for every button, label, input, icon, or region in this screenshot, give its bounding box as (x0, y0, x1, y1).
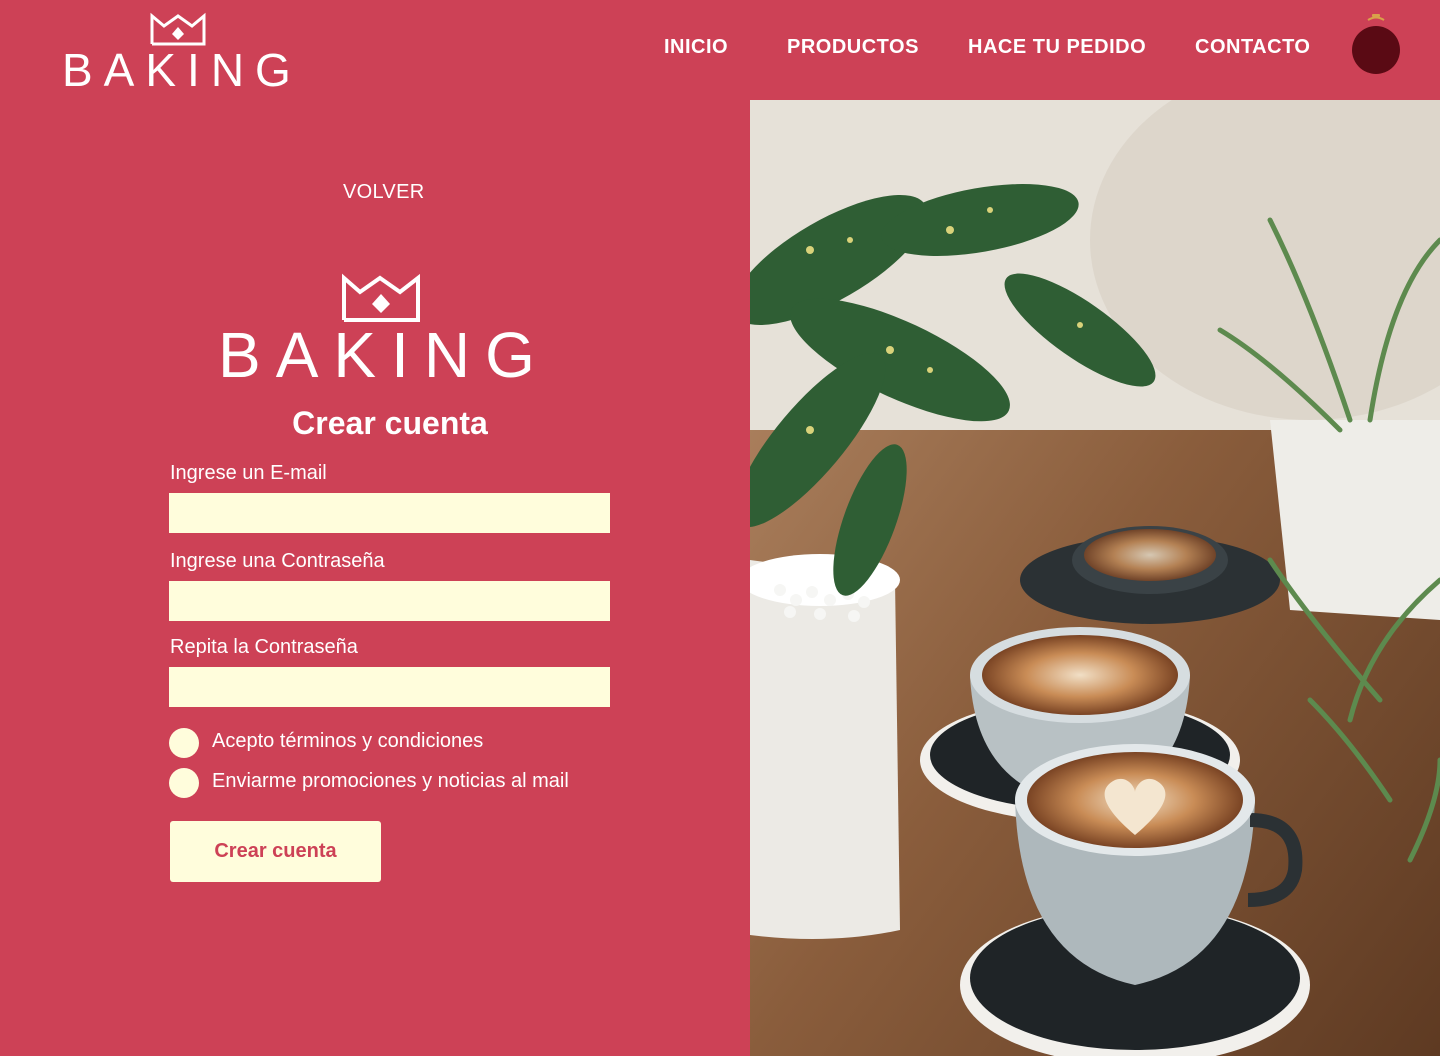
nav-item-contacto[interactable]: CONTACTO (1195, 36, 1310, 59)
repeat-password-field[interactable] (169, 667, 610, 707)
nav-item-hace-tu-pedido[interactable]: HACE TU PEDIDO (968, 36, 1146, 59)
repeat-password-label: Repita la Contraseña (170, 636, 358, 658)
nav-item-inicio[interactable]: INICIO (664, 36, 728, 59)
form-title: Crear cuenta (292, 405, 488, 441)
coffee-plants-image (750, 100, 1440, 1056)
brand-wordmark: BAKING (218, 319, 550, 384)
terms-label: Acepto términos y condiciones (212, 730, 484, 752)
create-account-button[interactable]: Crear cuenta (170, 821, 381, 882)
email-field[interactable] (169, 493, 610, 533)
back-link[interactable]: VOLVER (343, 181, 424, 204)
nav-item-productos[interactable]: PRODUCTOS (787, 36, 919, 59)
password-field[interactable] (169, 581, 610, 621)
promo-checkbox[interactable] (169, 768, 199, 798)
cart-pot-icon[interactable] (1346, 8, 1406, 80)
password-label: Ingrese una Contraseña (170, 550, 385, 572)
promo-label: Enviarme promociones y noticias al mail (212, 770, 569, 792)
main-nav: INICIO PRODUCTOS HACE TU PEDIDO CONTACTO (0, 36, 1440, 66)
email-label: Ingrese un E-mail (170, 462, 327, 484)
top-navbar: BAKING INICIO PRODUCTOS HACE TU PEDIDO C… (0, 0, 1440, 100)
crown-diamond-icon (372, 294, 390, 313)
form-brand-logo: BAKING (218, 273, 550, 384)
hero-photo (750, 100, 1440, 1056)
terms-checkbox[interactable] (169, 728, 199, 758)
